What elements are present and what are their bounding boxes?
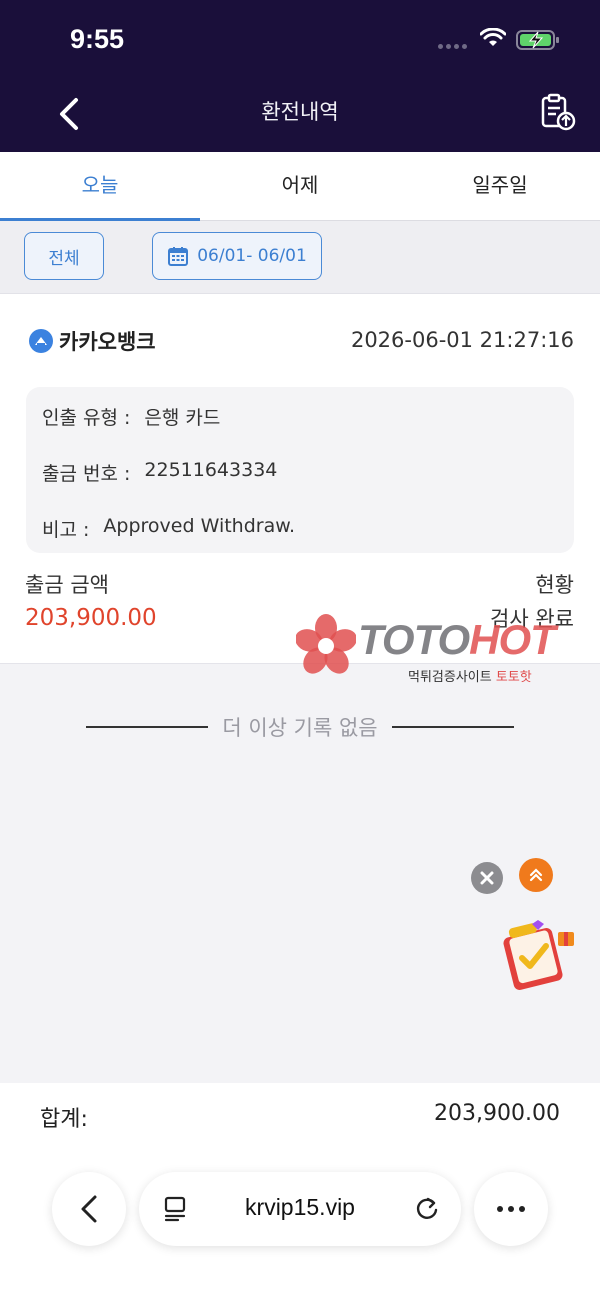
- tab-yesterday[interactable]: 어제: [200, 152, 400, 220]
- note-value: Approved Withdraw.: [103, 515, 296, 537]
- filter-all-label: 전체: [48, 248, 80, 269]
- wifi-icon: [480, 28, 506, 46]
- tab-today[interactable]: 오늘: [0, 152, 200, 221]
- watermark-brand-b: HOT: [469, 616, 556, 663]
- note-row: 비고 : Approved Withdraw.: [42, 515, 295, 542]
- more-dot-icon: [508, 1206, 514, 1212]
- watermark-sub-b: 토토핫: [495, 670, 532, 685]
- close-float-button[interactable]: [471, 862, 503, 894]
- bank-name: 카카오뱅크: [59, 330, 156, 354]
- tab-week[interactable]: 일주일: [400, 152, 600, 220]
- browser-more-button[interactable]: [474, 1172, 548, 1246]
- list-end-text: 더 이상 기록 없음: [222, 716, 378, 740]
- gift-checklist-icon[interactable]: [498, 918, 580, 992]
- amount-value: 203,900.00: [25, 605, 157, 631]
- withdraw-number-value: 22511643334: [144, 459, 278, 481]
- record-detail-box: 인출 유형 : 은행 카드 출금 번호 : 22511643334 비고 : A…: [26, 387, 574, 553]
- double-chevron-up-icon: [529, 868, 543, 882]
- watermark-brand: TOTOHOT: [358, 616, 556, 664]
- browser-address-bar[interactable]: krvip15.vip: [139, 1172, 461, 1246]
- watermark-logo-icon: [296, 614, 356, 674]
- status-label: 현황: [535, 573, 574, 597]
- total-label: 합계:: [40, 1107, 88, 1132]
- withdraw-type-value: 은행 카드: [144, 407, 221, 429]
- amount-label: 출금 금액: [25, 573, 109, 597]
- list-end-indicator: 더 이상 기록 없음: [0, 710, 600, 744]
- calendar-icon: [168, 247, 189, 266]
- document-upload-icon[interactable]: [538, 92, 578, 132]
- browser-back-button[interactable]: [52, 1172, 126, 1246]
- total-value: 203,900.00: [434, 1101, 560, 1126]
- status-bar: 9:55: [0, 0, 600, 76]
- cellular-signal-icon: [438, 44, 467, 49]
- divider-right: [391, 726, 514, 728]
- watermark-sub-a: 먹튀검증사이트: [408, 670, 496, 685]
- note-label: 비고 :: [42, 519, 90, 541]
- period-tabs: 오늘 어제 일주일: [0, 152, 600, 221]
- watermark-brand-a: TOTO: [358, 616, 470, 663]
- bank-logo-icon: [29, 329, 53, 353]
- withdraw-type-label: 인출 유형 :: [42, 407, 131, 429]
- watermark: TOTOHOT 먹튀검증사이트 토토핫: [296, 612, 596, 688]
- status-time: 9:55: [70, 24, 125, 54]
- withdraw-type-row: 인출 유형 : 은행 카드: [42, 403, 220, 430]
- record-datetime: 2026-06-01 21:27:16: [350, 328, 574, 352]
- withdraw-number-label: 출금 번호 :: [42, 463, 131, 485]
- filter-bar: 전체 06/01- 06/01: [0, 221, 600, 294]
- close-icon: [480, 871, 494, 885]
- scroll-to-top-button[interactable]: [519, 858, 553, 892]
- bank-info: 카카오뱅크: [29, 326, 156, 356]
- withdraw-number-row: 출금 번호 : 22511643334: [42, 459, 277, 486]
- date-range-button[interactable]: 06/01- 06/01: [152, 232, 322, 280]
- date-range-label: 06/01- 06/01: [197, 246, 307, 266]
- more-dot-icon: [519, 1206, 525, 1212]
- more-dot-icon: [497, 1206, 503, 1212]
- page-title: 환전내역: [261, 100, 339, 124]
- chevron-left-icon: [81, 1195, 97, 1223]
- header-bar: 환전내역: [0, 76, 600, 152]
- exchange-record-card: 카카오뱅크 2026-06-01 21:27:16 인출 유형 : 은행 카드 …: [0, 294, 600, 664]
- reload-icon[interactable]: [413, 1194, 441, 1222]
- battery-icon: [516, 30, 559, 50]
- divider-left: [86, 726, 209, 728]
- watermark-subtitle: 먹튀검증사이트 토토핫: [408, 666, 532, 685]
- filter-all-button[interactable]: 전체: [24, 232, 104, 280]
